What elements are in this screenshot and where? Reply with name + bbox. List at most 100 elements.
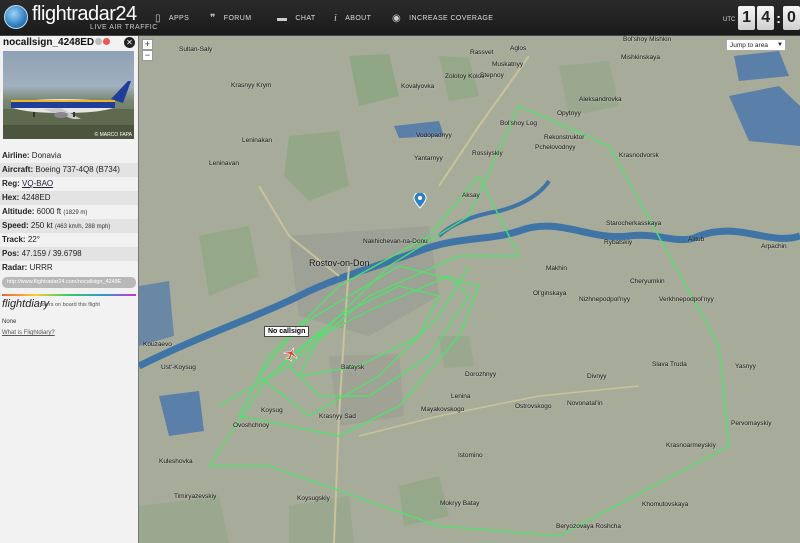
eye-icon: ◉: [392, 12, 402, 24]
place-label: Pervomayskiy: [731, 420, 772, 427]
place-label: Alitub: [688, 236, 705, 243]
clock-hour-tens: 1: [738, 6, 756, 30]
place-label: Bataysk: [341, 364, 365, 371]
place-label: Koysug: [261, 407, 283, 414]
logo-subtitle: LIVE AIR TRAFFIC: [90, 24, 158, 31]
place-label: Vodopadnyy: [416, 132, 452, 139]
info-row-radar: Radar: URRR: [2, 263, 53, 272]
zoom-in-button[interactable]: +: [142, 39, 153, 50]
info-row-hex: Hex: 4248ED: [0, 191, 138, 205]
place-label: Aksay: [462, 192, 480, 199]
alert-icon[interactable]: [103, 38, 110, 45]
flightdiary-color-strip: [2, 294, 136, 296]
photo-credit: © MARCO FAPA: [94, 132, 133, 138]
logo-text: flightradar24: [32, 3, 137, 25]
place-label: Kuleshovka: [159, 458, 193, 465]
info-row-speed: Speed: 250 kt (463 km/h, 288 mph): [0, 219, 138, 233]
place-label: Arpachin: [761, 243, 787, 250]
clock-hour-ones: 4: [757, 6, 775, 30]
place-label: Beryozovaya Roshcha: [556, 523, 622, 530]
place-label: Opytnyy: [557, 110, 581, 117]
place-label: Leninakan: [242, 137, 272, 144]
flightdiary-none: None: [2, 319, 17, 325]
utc-label: UTC: [723, 17, 736, 23]
aircraft-photo-drawing: [3, 81, 134, 139]
map-view[interactable]: + − Jump to area ▼ Sultan-Saly Krasnyy Kry…: [139, 36, 800, 543]
flight-track: [208, 105, 730, 537]
place-label: Verkhnepodpol'nyy: [659, 296, 714, 303]
place-label: Mokryy Batay: [440, 500, 480, 507]
nav-forum-label: FORUM: [223, 14, 252, 22]
nav-chat[interactable]: ▬ CHAT: [277, 11, 316, 25]
jump-to-area-label: Jump to area: [730, 42, 768, 49]
place-label: Leninavan: [209, 160, 239, 167]
place-label: Slava Truda: [652, 361, 687, 368]
place-label: Koysugskiy: [297, 495, 330, 502]
place-label: Dorozhnyy: [465, 371, 497, 378]
place-label: Zolotoy Kolos: [445, 73, 485, 80]
map-pin-icon[interactable]: [413, 193, 427, 209]
flight-url-field[interactable]: http://www.flightradar24.com/nocallsign_…: [2, 277, 136, 288]
zoom-out-button[interactable]: −: [142, 50, 153, 61]
place-label: Starocherkasskaya: [606, 220, 662, 227]
place-label: Krasnodvorsk: [619, 152, 659, 159]
phone-icon: ▯: [155, 12, 161, 24]
nav-apps[interactable]: ▯ APPS: [155, 11, 189, 25]
place-label: Kouzaevo: [143, 341, 172, 348]
top-navigation-bar: flightradar24 LIVE AIR TRAFFIC ▯ APPS ❞ FO…: [0, 0, 800, 36]
place-label: Khomutovskaya: [642, 501, 689, 508]
aircraft-photo[interactable]: © MARCO FAPA: [3, 51, 134, 139]
place-label: Ol'ginskaya: [533, 290, 567, 297]
clock-minute-tens: 0: [782, 6, 800, 30]
follow-icon[interactable]: [95, 38, 102, 45]
registration-link[interactable]: VQ-BAO: [22, 179, 53, 188]
aircraft-callout: No callsign: [264, 326, 310, 337]
jump-to-area-select[interactable]: Jump to area ▼: [726, 39, 786, 51]
place-label: Ust'-Koysug: [161, 364, 196, 371]
place-label: Sultan-Saly: [179, 46, 213, 53]
place-label: Krasnyy Sad: [319, 413, 356, 420]
place-label: Kovalyovka: [401, 83, 435, 90]
globe-icon: [4, 5, 28, 29]
chevron-down-icon: ▼: [777, 42, 783, 48]
flightdiary-subtitle: users on board this flight: [40, 302, 100, 308]
place-label: Rostov-on-Don: [309, 258, 370, 268]
nav-chat-label: CHAT: [295, 14, 316, 22]
place-label: Mayakovskogo: [421, 406, 465, 413]
close-panel-button[interactable]: ✕: [124, 37, 135, 48]
place-label: Bol'shoy Mishkin: [623, 36, 672, 43]
place-label: Yantarnyy: [414, 155, 443, 162]
info-row-position: Pos: 47.159 / 39.6798: [0, 247, 138, 261]
place-label: Rybatskiy: [604, 239, 633, 246]
what-is-flightdiary-link[interactable]: What is Flightdiary?: [2, 330, 55, 336]
place-label: Nizhnepodpol'nyy: [579, 296, 631, 303]
place-label: Aglos: [510, 45, 527, 52]
place-label: Divnyy: [587, 373, 607, 380]
place-label: Istomino: [458, 452, 483, 459]
place-label: Stepnoy: [480, 72, 504, 79]
place-label: Krasnyy Krym: [231, 82, 272, 89]
place-label: Novonatal'in: [567, 400, 603, 407]
place-label: Rekonstruktor: [544, 134, 585, 141]
place-label: Cheryumkin: [630, 278, 665, 285]
place-label: Pchelovodnyy: [535, 144, 576, 151]
info-row-registration: Reg: VQ-BAO: [2, 179, 54, 188]
place-label: Makhin: [546, 265, 567, 272]
place-label: Nakhichevan-na-Donu: [363, 238, 428, 245]
place-label: Yasnyy: [735, 363, 756, 370]
info-icon: i: [334, 12, 338, 24]
nav-increase-coverage-label: INCREASE COVERAGE: [409, 14, 494, 22]
clock-colon: :: [776, 10, 781, 26]
nav-about[interactable]: i ABOUT: [334, 11, 371, 25]
quote-icon: ❞: [210, 12, 216, 24]
place-label: Timiryazevskiy: [174, 493, 217, 500]
airplane-icon[interactable]: [283, 346, 299, 362]
place-label: Aleksandrovka: [579, 96, 622, 103]
chat-icon: ▬: [277, 12, 288, 24]
nav-increase-coverage[interactable]: ◉ INCREASE COVERAGE: [392, 11, 493, 25]
place-label: Bol'shoy Log: [500, 120, 538, 127]
nav-forum[interactable]: ❞ FORUM: [210, 11, 251, 25]
place-label: Muskatnyy: [492, 61, 524, 68]
utc-clock: 1 4 : 0: [738, 6, 800, 32]
flight-title: nocallsign_4248ED: [3, 37, 95, 48]
